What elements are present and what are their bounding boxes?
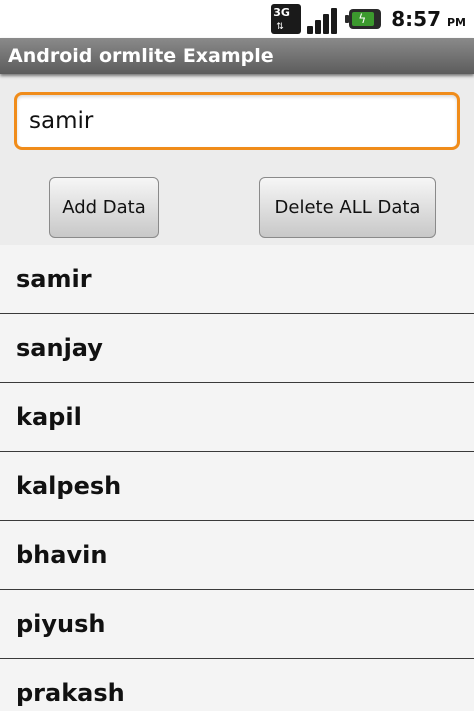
list-item[interactable]: piyush bbox=[0, 590, 474, 659]
delete-all-data-button[interactable]: Delete ALL Data bbox=[259, 177, 436, 238]
app-title: Android ormlite Example bbox=[8, 45, 274, 67]
list-item[interactable]: bhavin bbox=[0, 521, 474, 590]
list-item[interactable]: prakash bbox=[0, 659, 474, 711]
title-bar: Android ormlite Example bbox=[0, 38, 474, 74]
network-label: 3G bbox=[273, 6, 290, 19]
list-item[interactable]: kapil bbox=[0, 383, 474, 452]
network-3g-icon: 3G ⇅ bbox=[271, 4, 302, 34]
list-item[interactable]: samir bbox=[0, 245, 474, 314]
status-bar: 3G ⇅ ϟ 8:57 PM bbox=[0, 0, 474, 38]
list-item[interactable]: sanjay bbox=[0, 314, 474, 383]
clock-ampm: PM bbox=[446, 15, 466, 29]
battery-charging-icon: ϟ bbox=[345, 9, 382, 29]
name-input[interactable] bbox=[17, 95, 457, 147]
status-icons: 3G ⇅ ϟ 8:57 PM bbox=[271, 0, 466, 38]
name-input-container bbox=[14, 92, 460, 150]
clock-time: 8:57 bbox=[391, 7, 441, 31]
signal-icon bbox=[307, 4, 339, 34]
add-data-button[interactable]: Add Data bbox=[49, 177, 159, 238]
list-item[interactable]: kalpesh bbox=[0, 452, 474, 521]
name-list[interactable]: samir sanjay kapil kalpesh bhavin piyush… bbox=[0, 245, 474, 711]
data-arrows-icon: ⇅ bbox=[276, 22, 284, 32]
